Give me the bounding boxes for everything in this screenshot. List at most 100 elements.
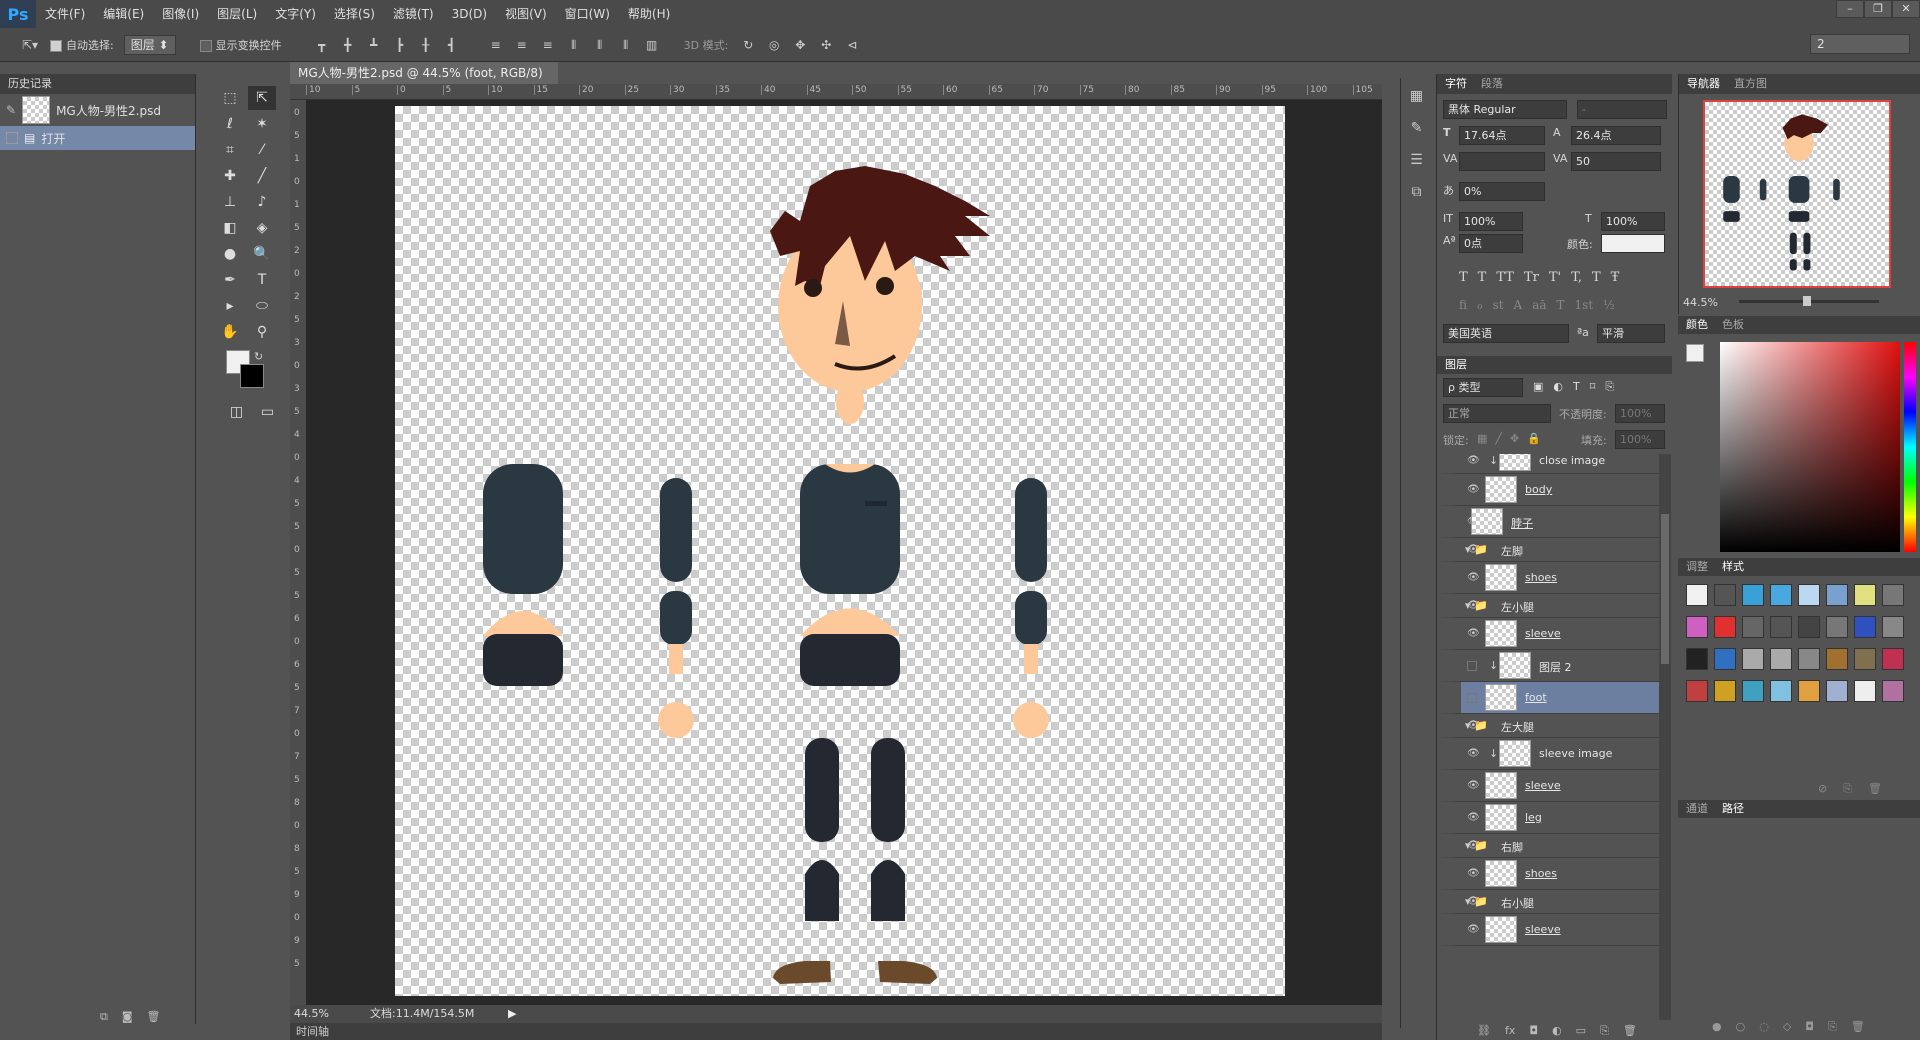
new-document-from-state-icon[interactable]: ⧉ <box>100 1010 108 1024</box>
move-tool-preset-icon[interactable]: ⇱▾ <box>20 35 40 55</box>
type-tool-icon[interactable]: T <box>248 268 276 292</box>
layer-row[interactable]: 👁 sleeve <box>1437 914 1659 946</box>
auto-select-checkbox[interactable]: 自动选择: <box>50 37 114 53</box>
style-swatch[interactable] <box>1770 584 1792 606</box>
style-swatch[interactable] <box>1742 584 1764 606</box>
distribute-right-icon[interactable]: ⦀ <box>616 35 636 55</box>
type-style-button[interactable]: Tr <box>1524 270 1539 285</box>
fill-field[interactable]: 100% <box>1615 430 1665 449</box>
opentype-button[interactable]: fi <box>1459 298 1467 312</box>
clear-style-icon[interactable]: ⊘ <box>1818 782 1827 796</box>
camera-icon[interactable]: ◙ <box>122 1010 133 1024</box>
antialias-select[interactable]: 平滑 <box>1597 324 1665 343</box>
layer-thumbnail[interactable] <box>1499 740 1531 767</box>
new-layer-icon[interactable]: ⎘ <box>1600 1024 1609 1038</box>
clone-source-panel-icon[interactable]: ⧉ <box>1412 184 1422 200</box>
align-hcenter-icon[interactable]: ╂ <box>416 35 436 55</box>
align-top-icon[interactable]: ┳ <box>312 35 332 55</box>
swap-colors-icon[interactable]: ↻ <box>254 350 263 363</box>
workspace-dropdown[interactable]: 2 <box>1810 34 1910 54</box>
menu-item[interactable]: 文字(Y) <box>266 0 325 28</box>
menu-item[interactable]: 窗口(W) <box>556 0 619 28</box>
history-snapshot[interactable]: ✎ MG人物-男性2.psd <box>0 94 195 126</box>
style-swatch[interactable] <box>1826 648 1848 670</box>
layer-thumbnail[interactable] <box>1499 652 1531 679</box>
history-brush-icon[interactable]: ♪ <box>248 190 276 214</box>
distribute-vcenter-icon[interactable]: ≡ <box>512 35 532 55</box>
eyedropper-icon[interactable]: ⁄ <box>248 138 276 162</box>
auto-select-dropdown[interactable]: 图层 ⬍ <box>123 34 176 55</box>
visibility-eye-icon[interactable] <box>1467 693 1477 703</box>
hand-tool-icon[interactable]: ✋ <box>216 320 244 344</box>
tab-color[interactable]: 颜色 <box>1686 316 1708 334</box>
new-path-icon[interactable]: ⎘ <box>1828 1020 1837 1034</box>
fx-icon[interactable]: fx <box>1505 1024 1515 1038</box>
opentype-button[interactable]: A <box>1514 298 1523 312</box>
kerning-field[interactable] <box>1459 152 1545 171</box>
visibility-eye-icon[interactable]: 👁 <box>1467 485 1481 495</box>
visibility-eye-icon[interactable]: 👁 <box>1467 629 1481 639</box>
layer-thumbnail[interactable] <box>1485 916 1517 943</box>
style-swatch[interactable] <box>1882 648 1904 670</box>
pen-tool-icon[interactable]: ✒ <box>216 268 244 292</box>
tab-swatches[interactable]: 色板 <box>1722 316 1744 334</box>
style-swatch[interactable] <box>1770 648 1792 670</box>
fill-path-icon[interactable]: ● <box>1712 1020 1722 1034</box>
trash-icon[interactable]: 🗑 <box>1623 1024 1637 1038</box>
layer-row[interactable]: 👁 ▾ 📁 右脚 <box>1437 834 1659 858</box>
opentype-button[interactable]: st <box>1493 298 1504 312</box>
filter-type-icon[interactable]: T <box>1573 380 1580 394</box>
layers-scroll-thumb[interactable] <box>1661 514 1669 664</box>
layer-row[interactable]: 👁 ▾ 📁 左脚 <box>1437 538 1659 562</box>
crop-tool-icon[interactable]: ⌗ <box>216 138 244 162</box>
mask-icon[interactable]: ◘ <box>1529 1024 1538 1038</box>
menu-item[interactable]: 3D(D) <box>443 0 496 28</box>
opentype-button[interactable]: T <box>1557 298 1565 312</box>
layer-row[interactable]: 👁 shoes <box>1437 562 1659 594</box>
load-selection-icon[interactable]: ◌ <box>1759 1020 1769 1034</box>
folder-icon[interactable]: ▭ <box>1576 1024 1586 1038</box>
adjust-icon[interactable]: ◐ <box>1552 1024 1562 1038</box>
color-foreground[interactable] <box>1686 344 1704 362</box>
menu-item[interactable]: 图层(L) <box>208 0 266 28</box>
adjustments-panel-icon[interactable]: ☰ <box>1410 152 1423 168</box>
style-swatch[interactable] <box>1882 584 1904 606</box>
timeline-panel[interactable]: 时间轴 <box>290 1023 1382 1040</box>
layer-row[interactable]: 👁 body <box>1437 474 1659 506</box>
lock-position-icon[interactable]: ✥ <box>1510 432 1519 445</box>
paint-bucket-icon[interactable]: ◈ <box>248 216 276 240</box>
font-family-select[interactable]: 黑体 Regular <box>1443 100 1567 119</box>
type-style-button[interactable]: Ŧ <box>1611 270 1620 285</box>
type-style-button[interactable]: T <box>1592 270 1601 285</box>
tab-styles[interactable]: 样式 <box>1722 558 1744 576</box>
3d-drag-icon[interactable]: ✥ <box>790 35 810 55</box>
layers-tab[interactable]: 图层 <box>1437 356 1672 374</box>
tsume-field[interactable]: 0% <box>1459 182 1545 201</box>
minimize-button[interactable]: – <box>1836 0 1864 18</box>
blend-mode-select[interactable]: 正常 <box>1443 404 1551 423</box>
menu-item[interactable]: 滤镜(T) <box>384 0 443 28</box>
document-canvas[interactable] <box>395 106 1285 996</box>
make-path-icon[interactable]: ◇ <box>1783 1020 1791 1034</box>
distribute-top-icon[interactable]: ≡ <box>486 35 506 55</box>
layer-row[interactable]: 👁 ▾ 📁 左大腿 <box>1437 714 1659 738</box>
baseline-field[interactable]: 0点 <box>1459 234 1523 253</box>
style-swatch[interactable] <box>1826 584 1848 606</box>
folder-icon[interactable]: ▾ 📁 <box>1465 599 1488 612</box>
filter-pixel-icon[interactable]: ▣ <box>1533 380 1543 394</box>
visibility-eye-icon[interactable]: 👁 <box>1467 573 1481 583</box>
font-style-select[interactable]: - <box>1577 100 1667 119</box>
language-select[interactable]: 美国英语 <box>1443 324 1569 343</box>
menu-item[interactable]: 选择(S) <box>325 0 384 28</box>
status-menu-arrow-icon[interactable]: ▶ <box>508 1005 516 1023</box>
style-swatch[interactable] <box>1854 648 1876 670</box>
dodge-tool-icon[interactable]: 🔍 <box>248 242 276 266</box>
menu-item[interactable]: 文件(F) <box>36 0 94 28</box>
layer-filter-select[interactable]: ρ 类型 <box>1443 378 1523 397</box>
opacity-field[interactable]: 100% <box>1615 404 1665 423</box>
type-style-button[interactable]: T' <box>1549 270 1561 285</box>
menu-item[interactable]: 视图(V) <box>496 0 556 28</box>
eraser-icon[interactable]: ◧ <box>216 216 244 240</box>
new-style-icon[interactable]: ⎘ <box>1843 782 1852 796</box>
visibility-eye-icon[interactable]: 👁 <box>1467 749 1481 759</box>
